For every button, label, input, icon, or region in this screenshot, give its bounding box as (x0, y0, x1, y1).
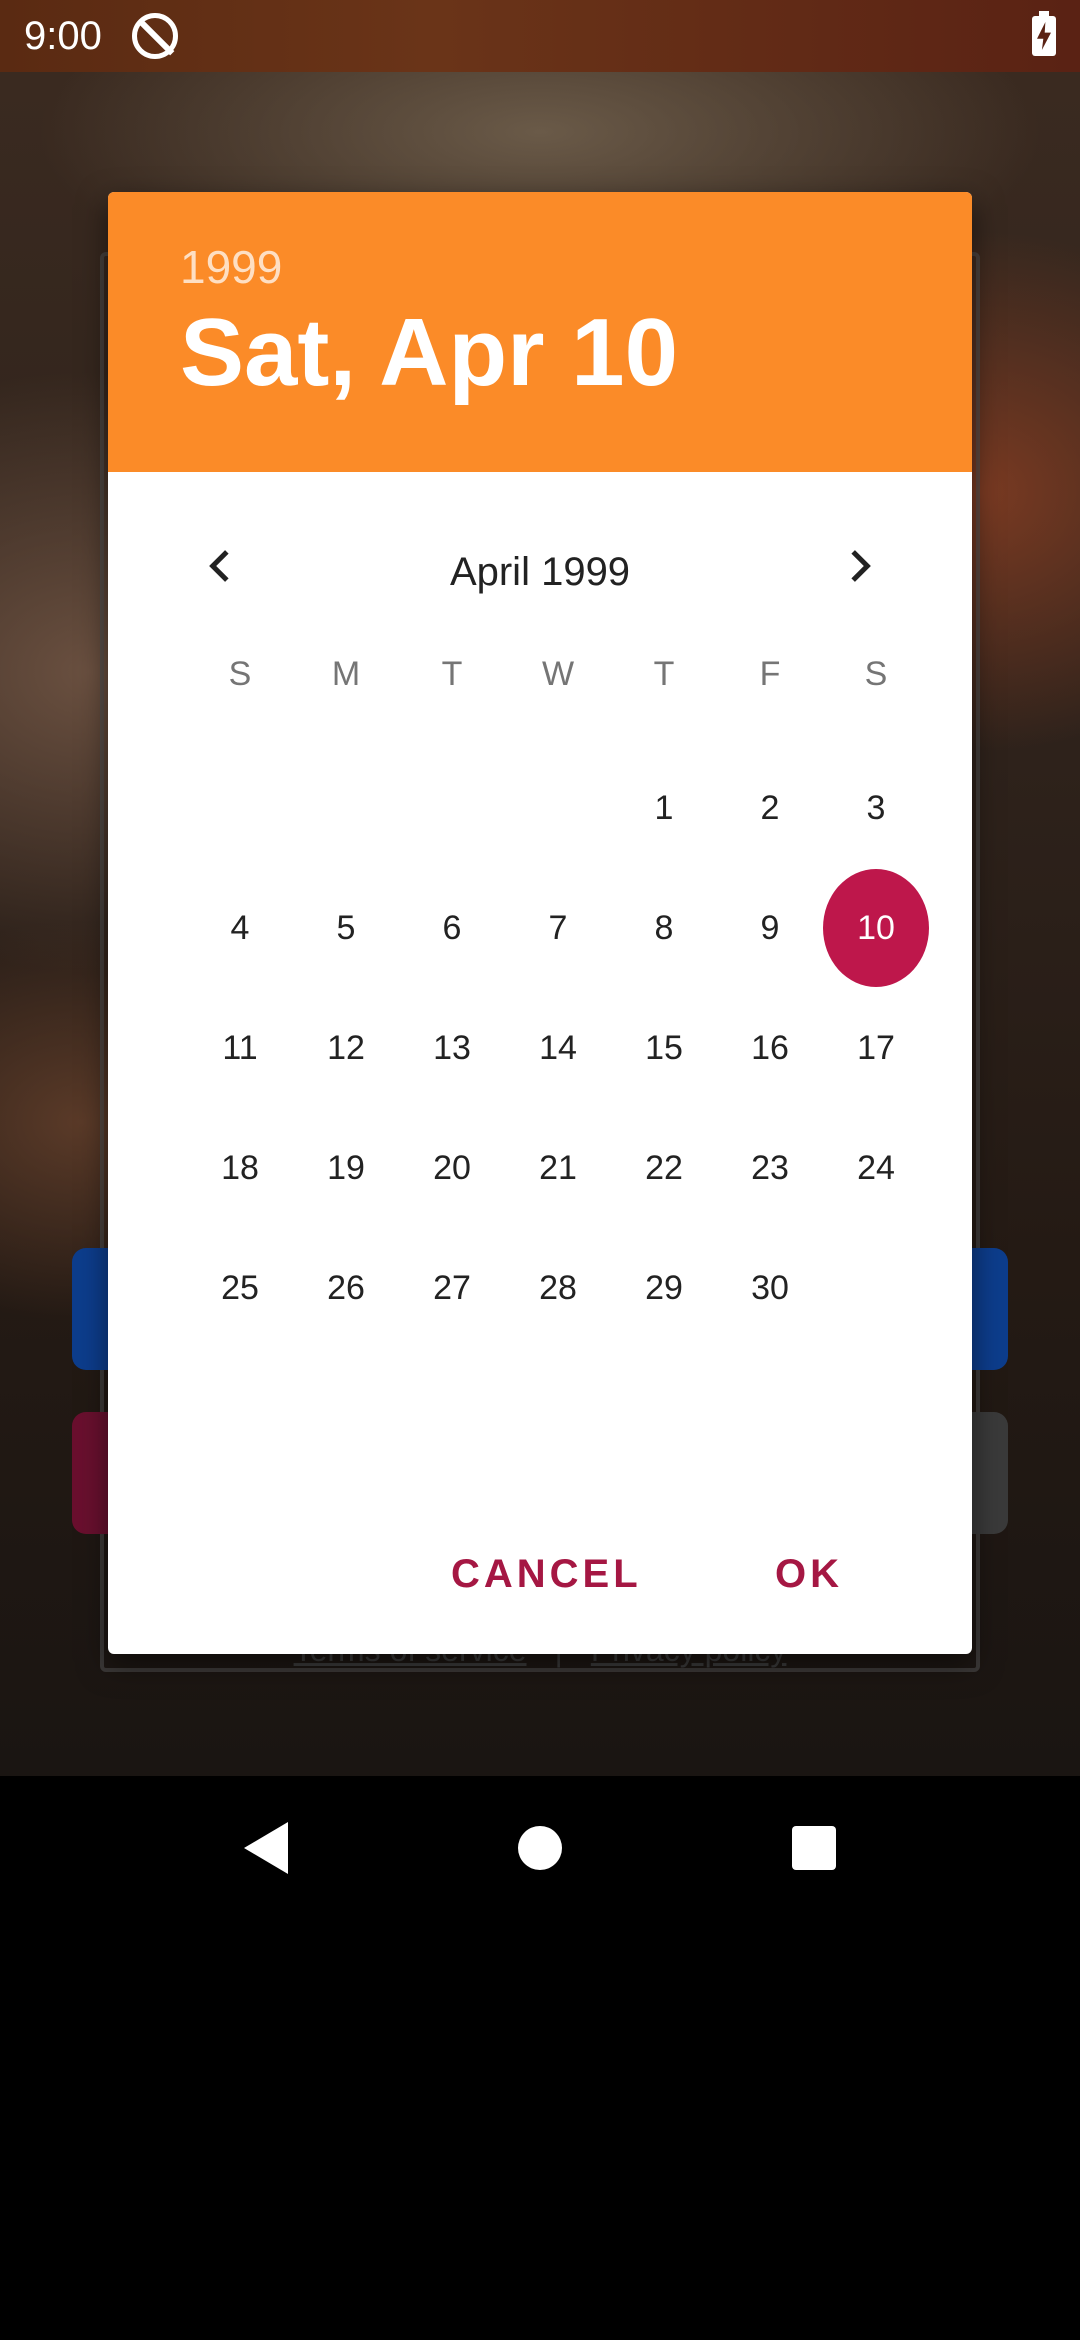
calendar-day-label: 16 (751, 1028, 789, 1067)
calendar-day[interactable]: 29 (611, 1228, 717, 1348)
weekday-label: S (864, 655, 888, 693)
calendar-empty-cell (505, 748, 611, 868)
calendar-day-label: 27 (433, 1268, 471, 1307)
calendar-day-label: 21 (539, 1148, 577, 1187)
calendar-day[interactable]: 20 (399, 1108, 505, 1228)
calendar-day-label: 12 (327, 1028, 365, 1067)
calendar-day[interactable]: 13 (399, 988, 505, 1108)
ok-button[interactable]: OK (775, 1534, 843, 1614)
calendar-day[interactable]: 18 (187, 1108, 293, 1228)
calendar-day[interactable]: 14 (505, 988, 611, 1108)
calendar-day-label: 28 (539, 1268, 577, 1307)
calendar-day-label: 22 (645, 1148, 683, 1187)
calendar-day-label: 25 (221, 1268, 259, 1307)
calendar-day[interactable]: 15 (611, 988, 717, 1108)
calendar-day[interactable]: 24 (823, 1108, 929, 1228)
calendar-day-label: 29 (645, 1268, 683, 1307)
weekday-label: F (759, 655, 781, 693)
battery-charging-icon (1032, 11, 1056, 56)
calendar-day[interactable]: 5 (293, 868, 399, 988)
calendar-day-label: 4 (230, 908, 250, 947)
calendar-day-label: 3 (866, 788, 886, 827)
calendar-day[interactable]: 3 (823, 748, 929, 868)
calendar-day[interactable]: 12 (293, 988, 399, 1108)
calendar-day[interactable]: 23 (717, 1108, 823, 1228)
month-navigation: April 1999 (108, 506, 972, 626)
cancel-button[interactable]: CANCEL (451, 1534, 642, 1614)
calendar-day-label: 9 (760, 908, 780, 947)
weekday-header: S M T W T F S (187, 644, 972, 704)
weekday-label: W (541, 655, 575, 693)
calendar-day[interactable]: 22 (611, 1108, 717, 1228)
calendar-day-grid: 1 2 3 4 5 6 7 8 9 10 11 12 13 14 15 16 17 18 19 20 21 22 23 24 2… (187, 748, 972, 1348)
system-navigation-bar (0, 1776, 1080, 1920)
calendar-day[interactable]: 8 (611, 868, 717, 988)
calendar-empty-cell (293, 748, 399, 868)
calendar-day[interactable]: 27 (399, 1228, 505, 1348)
calendar-day-label: 18 (221, 1148, 259, 1187)
calendar-day[interactable]: 19 (293, 1108, 399, 1228)
calendar-empty-cell (823, 1228, 929, 1348)
chevron-right-icon (851, 550, 871, 582)
calendar-day-label: 26 (327, 1268, 365, 1307)
app-notification-icon (131, 13, 178, 59)
back-icon[interactable] (244, 1822, 288, 1874)
calendar-day[interactable]: 2 (717, 748, 823, 868)
header-year[interactable]: 1999 (180, 240, 972, 294)
calendar-day-label: 7 (548, 908, 568, 947)
calendar-day-label: 15 (645, 1028, 683, 1067)
calendar-day-label: 6 (442, 908, 462, 947)
calendar-day[interactable]: 9 (717, 868, 823, 988)
next-month-button[interactable] (829, 536, 889, 596)
dialog-actions: CANCEL OK (108, 1534, 972, 1614)
calendar-day-label: 2 (760, 788, 780, 827)
calendar-day-label: 11 (222, 1028, 258, 1067)
header-date[interactable]: Sat, Apr 10 (180, 298, 972, 408)
calendar-day-label: 30 (751, 1268, 789, 1307)
calendar-day[interactable]: 16 (717, 988, 823, 1108)
calendar-day-label: 20 (433, 1148, 471, 1187)
dialog-header: 1999 Sat, Apr 10 (108, 192, 972, 472)
calendar-day-label: 23 (751, 1148, 789, 1187)
weekday-label: T (653, 655, 675, 693)
calendar-day[interactable]: 26 (293, 1228, 399, 1348)
status-time: 9:00 (24, 13, 102, 58)
weekday-label: M (331, 655, 361, 693)
calendar-day[interactable]: 7 (505, 868, 611, 988)
calendar-day-label: 19 (327, 1148, 365, 1187)
calendar-day-label: 14 (539, 1028, 577, 1067)
weekday-label: S (228, 655, 252, 693)
weekday-label: T (441, 655, 463, 693)
calendar-day[interactable]: 25 (187, 1228, 293, 1348)
calendar-empty-cell (187, 748, 293, 868)
calendar-day-label: 1 (654, 788, 674, 827)
calendar-day-label: 10 (823, 869, 929, 987)
calendar-day[interactable]: 17 (823, 988, 929, 1108)
home-icon[interactable] (518, 1826, 562, 1870)
status-bar: 9:00 (0, 0, 1080, 72)
calendar-day-label: 13 (433, 1028, 471, 1067)
calendar-empty-cell (399, 748, 505, 868)
calendar-day[interactable]: 1 (611, 748, 717, 868)
calendar-day[interactable]: 4 (187, 868, 293, 988)
calendar-day[interactable]: 21 (505, 1108, 611, 1228)
calendar-day[interactable]: 11 (187, 988, 293, 1108)
calendar-day[interactable]: 6 (399, 868, 505, 988)
calendar-day[interactable]: 30 (717, 1228, 823, 1348)
calendar-day[interactable]: 28 (505, 1228, 611, 1348)
calendar-day-label: 24 (857, 1148, 895, 1187)
calendar-day-label: 5 (336, 908, 356, 947)
date-picker-dialog: 1999 Sat, Apr 10 April 1999 S M T W T F … (108, 192, 972, 1654)
calendar-day-selected[interactable]: 10 (823, 868, 929, 988)
calendar-day-label: 8 (654, 908, 674, 947)
recents-icon[interactable] (792, 1826, 836, 1870)
calendar-day-label: 17 (857, 1028, 895, 1067)
